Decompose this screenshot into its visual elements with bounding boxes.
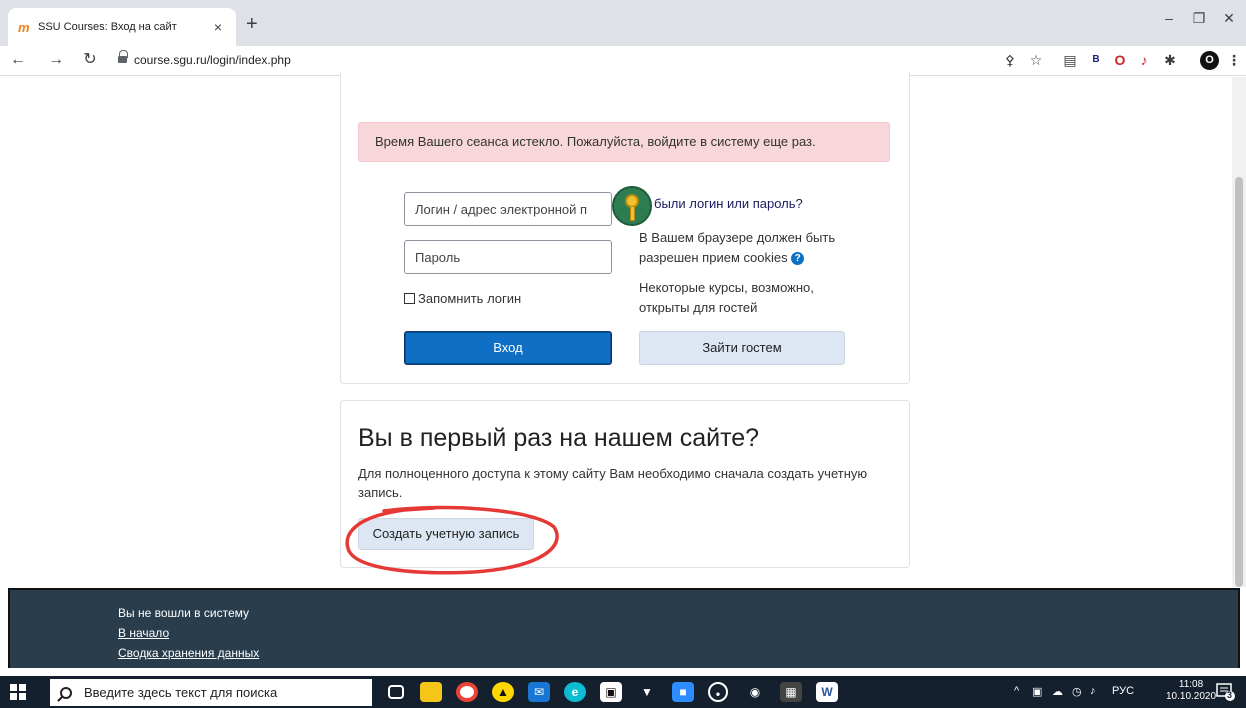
guest-notice-line1: Некоторые курсы, возможно, [639,280,814,295]
remember-label: Запомнить логин [418,291,522,306]
clock-date: 10.10.2020 [1166,691,1217,702]
taskbar-search[interactable]: Введите здесь текст для поиска [50,679,372,706]
volume-icon[interactable]: ♪ [1090,685,1096,697]
menu-icon[interactable]: ⋮ [1224,50,1244,70]
key-icon[interactable]: ⚴ [1000,50,1020,70]
login-button[interactable]: Вход [404,331,612,365]
browser-tabstrip: m SSU Courses: Вход на сайт × + – ❐ ✕ [0,0,1246,46]
key-icon [612,186,652,226]
file-explorer-icon[interactable] [420,682,442,702]
zoom-icon[interactable]: ■ [672,682,694,702]
lock-icon [118,50,128,64]
forgot-password-link[interactable]: были логин или пароль? [654,196,803,211]
music-icon[interactable]: ♪ [1134,50,1154,70]
b-icon[interactable]: B [1086,50,1106,70]
taskbar-search-placeholder: Введите здесь текст для поиска [84,685,278,700]
remember-checkbox[interactable] [404,293,415,304]
cookies-notice-line2: разрешен прием cookies [639,250,788,265]
fox-app-icon[interactable]: ▼ [636,682,658,702]
windows-start-icon[interactable] [10,684,26,700]
tab-close-icon[interactable]: × [210,19,226,35]
window-close-icon[interactable]: ✕ [1218,10,1240,27]
password-input[interactable]: Пароль [404,240,612,274]
onedrive-icon[interactable]: ☁ [1052,685,1063,698]
network-icon[interactable]: ◷ [1072,685,1082,698]
remember-username[interactable]: Запомнить логин [404,291,521,306]
media-icon[interactable]: • [708,682,728,702]
tab-title: SSU Courses: Вход на сайт [38,21,177,33]
address-bar[interactable]: course.sgu.ru/login/index.php [134,53,291,67]
create-account-button[interactable]: Создать учетную запись [358,518,534,550]
clock-time: 11:08 [1178,679,1204,690]
minimize-icon[interactable]: – [1158,10,1180,26]
browser-tab[interactable]: m SSU Courses: Вход на сайт × [8,8,236,46]
reload-icon[interactable]: ↻ [80,50,100,70]
screen: m SSU Courses: Вход на сайт × + – ❐ ✕ ← … [0,0,1246,708]
store-icon[interactable]: ▣ [600,682,622,702]
star-icon[interactable]: ☆ [1026,50,1046,70]
guest-notice-line2: открыты для гостей [639,300,758,315]
opera-icon[interactable]: O [1110,50,1130,70]
tray-chevron-icon[interactable]: ^ [1014,685,1019,697]
guest-login-button[interactable]: Зайти гостем [639,331,845,365]
data-retention-summary-link[interactable]: Сводка хранения данных [118,646,259,660]
notification-count: 3 [1227,690,1233,700]
calculator-icon[interactable]: ▦ [780,682,802,702]
session-expired-alert: Время Вашего сеанса истекло. Пожалуйста,… [358,122,890,162]
puzzle-icon[interactable]: ✱ [1160,50,1180,70]
mail-icon[interactable]: ✉ [528,682,550,702]
page-footer: Вы не вошли в систему В начало Сводка хр… [8,588,1240,668]
forward-arrow-icon[interactable]: → [46,50,66,70]
language-indicator[interactable]: РУС [1112,685,1134,697]
chrome-icon[interactable] [456,682,478,702]
scrollbar-thumb[interactable] [1235,177,1243,587]
translate-icon[interactable]: ▤ [1060,50,1080,70]
task-view-icon[interactable] [388,685,404,699]
username-input[interactable]: Логин / адрес электронной п [404,192,612,226]
moodle-favicon-icon: m [18,19,30,35]
cookies-notice-line1: В Вашем браузере должен быть [639,230,836,245]
search-icon [60,686,72,699]
help-icon[interactable]: ? [791,252,805,266]
drive-icon[interactable]: ▲ [492,682,514,702]
edge-icon[interactable]: e [564,682,586,702]
page-scrollbar[interactable] [1232,77,1246,587]
camera-icon[interactable]: ◉ [744,682,766,702]
home-link[interactable]: В начало [118,626,169,640]
new-tab-button[interactable]: + [246,14,258,34]
taskbar-clock[interactable]: 11:08 10.10.2020 [1166,679,1216,703]
word-icon[interactable]: W [816,682,838,702]
windows-taskbar: Введите здесь текст для поиска ▲ ✉ e ▣ ▼… [0,676,1246,708]
battery-icon[interactable]: ▣ [1032,685,1042,698]
not-logged-in-text: Вы не вошли в систему [118,606,250,620]
profile-icon[interactable]: O [1200,51,1219,70]
signup-heading: Вы в первый раз на нашем сайте? [358,424,760,452]
cookies-notice: разрешен прием cookies ? [639,248,805,268]
notifications-icon[interactable]: 3 [1216,682,1236,702]
back-arrow-icon[interactable]: ← [8,50,28,70]
signup-text: Для полноценного доступа к этому сайту В… [358,466,868,500]
restore-icon[interactable]: ❐ [1188,10,1210,27]
